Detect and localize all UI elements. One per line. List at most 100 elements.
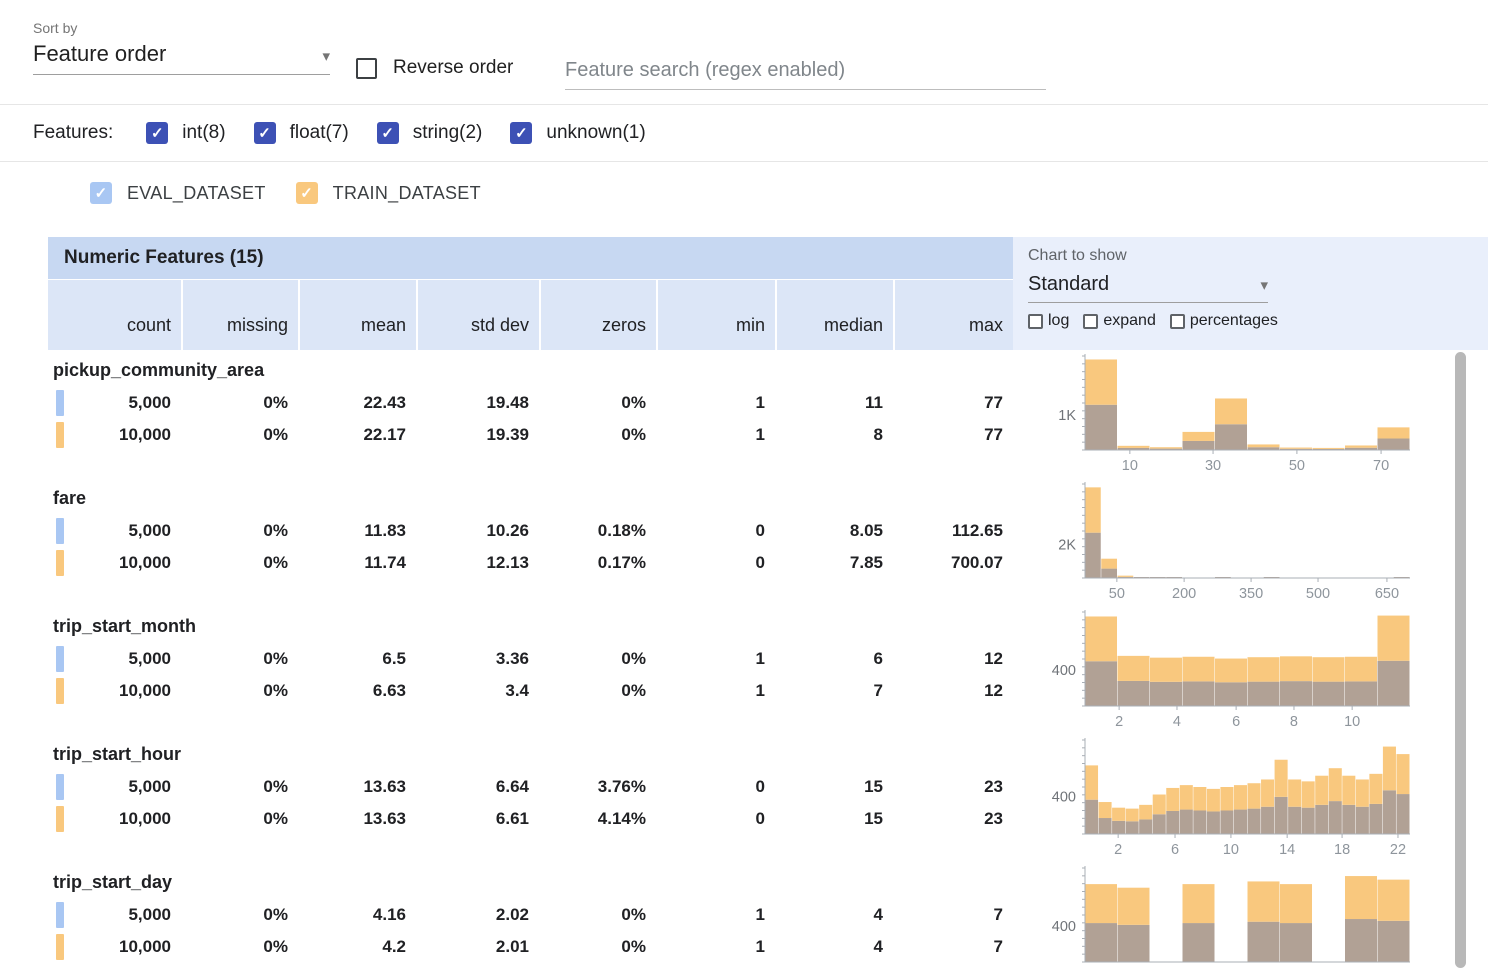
stat-cell: 15 (777, 771, 893, 803)
facets-overview: Sort by Feature order ▾ Reverse order Fe… (0, 0, 1488, 968)
toggle-log[interactable]: log (1028, 312, 1069, 330)
feature-chart: 400246810 (1013, 606, 1488, 734)
stat-value: 4.2 (382, 937, 406, 957)
stat-cell: 11.74 (300, 547, 416, 579)
toggle-percentages[interactable]: percentages (1170, 312, 1278, 330)
stat-cell: 5,000 (48, 387, 181, 419)
stats-row-eval: 5,0000%13.636.643.76%01523 (48, 771, 1013, 803)
x-axis-tick-label: 8 (1290, 714, 1298, 730)
stat-value: 0% (263, 681, 288, 701)
checkbox-checked-icon[interactable]: ✓ (90, 182, 112, 204)
stat-value: 0 (756, 521, 765, 541)
stat-value: 15 (864, 809, 883, 829)
stat-cell: 4.2 (300, 931, 416, 963)
filter-unknown[interactable]: ✓ unknown(1) (510, 122, 645, 144)
feature-stats: fare5,0000%11.8310.260.18%08.05112.6510,… (48, 478, 1013, 606)
stat-cell: 7.85 (777, 547, 893, 579)
checkbox-unchecked-icon[interactable] (1170, 314, 1185, 329)
stat-cell: 10.26 (418, 515, 539, 547)
stat-cell: 0% (183, 675, 298, 707)
eval-dataset-swatch (56, 646, 64, 672)
filter-float[interactable]: ✓ float(7) (254, 122, 349, 144)
stat-value: 0% (263, 553, 288, 573)
column-header-median: median (777, 280, 893, 350)
x-axis-tick-label: 18 (1334, 842, 1350, 858)
stat-cell: 12 (895, 675, 1013, 707)
stat-cell: 12 (895, 643, 1013, 675)
stat-cell: 0% (183, 803, 298, 835)
stat-cell: 0% (541, 899, 656, 931)
stats-row-train: 10,0000%11.7412.130.17%07.85700.07 (48, 547, 1013, 579)
stat-cell: 0 (658, 803, 775, 835)
feature-histogram: 2K50200350500650 (1040, 480, 1418, 604)
stat-value: 4.14% (598, 809, 646, 829)
filter-int[interactable]: ✓ int(8) (146, 122, 225, 144)
checkbox-checked-icon[interactable]: ✓ (510, 122, 532, 144)
stat-cell: 10,000 (48, 547, 181, 579)
feature-block: trip_start_month5,0000%6.53.360%161210,0… (48, 606, 1488, 734)
x-axis-tick-label: 2 (1114, 842, 1122, 858)
feature-search-input[interactable] (565, 52, 1046, 90)
stat-cell: 23 (895, 771, 1013, 803)
toggle-expand[interactable]: expand (1083, 312, 1156, 330)
chart-type-value: Standard (1028, 273, 1109, 296)
stat-cell: 4 (777, 931, 893, 963)
stat-cell: 5,000 (48, 771, 181, 803)
feature-histogram: 4002610141822 (1040, 736, 1418, 860)
stat-value: 0% (263, 777, 288, 797)
checkbox-unchecked-icon[interactable] (1028, 314, 1043, 329)
train-dataset-swatch (56, 806, 64, 832)
table-head: Numeric Features (15) count missing mean… (48, 237, 1488, 350)
feature-chart: 2K50200350500650 (1013, 478, 1488, 606)
stat-value: 3.4 (505, 681, 529, 701)
feature-chart: 1K10305070 (1013, 350, 1488, 478)
legend-train-dataset[interactable]: ✓ TRAIN_DATASET (296, 182, 481, 204)
stat-value: 0% (621, 425, 646, 445)
checkbox-unchecked-icon[interactable] (1083, 314, 1098, 329)
eval-dataset-swatch (56, 774, 64, 800)
reverse-order-checkbox[interactable]: Reverse order (356, 57, 513, 79)
sort-by-select[interactable]: Feature order ▾ (33, 41, 330, 75)
stat-value: 10,000 (119, 553, 171, 573)
checkmark-icon: ✓ (381, 126, 394, 141)
column-header-count: count (48, 280, 181, 350)
stat-value: 11.83 (364, 521, 406, 541)
stat-cell: 2.01 (418, 931, 539, 963)
stats-row-train: 10,0000%4.22.010%147 (48, 931, 1013, 963)
x-axis-tick-label: 200 (1172, 586, 1196, 602)
stat-cell: 0% (183, 515, 298, 547)
stat-value: 0% (263, 905, 288, 925)
stat-value: 13.63 (363, 809, 406, 829)
stat-value: 19.39 (486, 425, 529, 445)
stat-cell: 5,000 (48, 515, 181, 547)
toolbar: Sort by Feature order ▾ Reverse order (0, 0, 1488, 105)
stat-value: 10,000 (119, 809, 171, 829)
eval-dataset-swatch (56, 518, 64, 544)
stat-value: 0% (263, 521, 288, 541)
filter-string[interactable]: ✓ string(2) (377, 122, 483, 144)
stat-value: 7.85 (850, 553, 883, 573)
chart-type-select[interactable]: Standard ▾ (1028, 273, 1268, 303)
legend-eval-dataset[interactable]: ✓ EVAL_DATASET (90, 182, 266, 204)
stat-value: 1 (756, 905, 765, 925)
checkbox-checked-icon[interactable]: ✓ (254, 122, 276, 144)
feature-name: trip_start_month (48, 606, 1013, 643)
stat-value: 5,000 (128, 649, 171, 669)
stat-cell: 10,000 (48, 803, 181, 835)
stats-row-train: 10,0000%6.633.40%1712 (48, 675, 1013, 707)
stat-value: 23 (984, 809, 1003, 829)
vertical-scrollbar[interactable] (1455, 352, 1466, 968)
checkbox-checked-icon[interactable]: ✓ (296, 182, 318, 204)
checkbox-checked-icon[interactable]: ✓ (146, 122, 168, 144)
x-axis-tick-label: 70 (1373, 458, 1389, 474)
x-axis-tick-label: 4 (1173, 714, 1181, 730)
checkbox-checked-icon[interactable]: ✓ (377, 122, 399, 144)
stat-value: 0% (263, 937, 288, 957)
stat-cell: 22.17 (300, 419, 416, 451)
stats-row-eval: 5,0000%22.4319.480%11177 (48, 387, 1013, 419)
x-axis-tick-label: 500 (1306, 586, 1330, 602)
feature-name: fare (48, 478, 1013, 515)
checkbox-unchecked-icon[interactable] (356, 58, 377, 79)
stat-value: 8.05 (850, 521, 883, 541)
stat-cell: 3.76% (541, 771, 656, 803)
